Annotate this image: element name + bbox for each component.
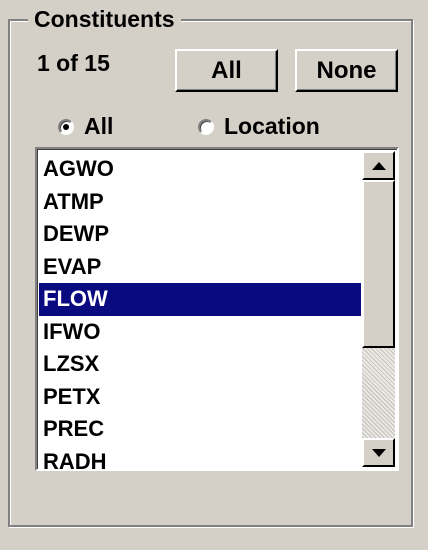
radio-all-label: All <box>84 113 114 139</box>
list-item[interactable]: ATMP <box>39 186 361 219</box>
list-item[interactable]: IFWO <box>39 316 361 349</box>
constituents-listbox[interactable]: AGWO ATMP DEWP EVAP FLOW IFWO LZSX PETX … <box>35 147 399 471</box>
list-item[interactable]: RADH <box>39 446 361 470</box>
scroll-up-button[interactable] <box>362 151 395 180</box>
radio-location-label: Location <box>224 113 320 139</box>
scrollbar-thumb[interactable] <box>362 180 395 348</box>
list-item[interactable]: AGWO <box>39 153 361 186</box>
list-item[interactable]: DEWP <box>39 218 361 251</box>
select-all-button[interactable]: All <box>175 49 278 92</box>
select-none-button-label: None <box>316 56 377 84</box>
select-none-button[interactable]: None <box>295 49 398 92</box>
select-all-button-label: All <box>211 56 242 84</box>
list-item[interactable]: LZSX <box>39 348 361 381</box>
scroll-up-arrow-icon <box>371 161 386 170</box>
radio-all-button[interactable] <box>58 118 74 135</box>
list-item[interactable]: PETX <box>39 381 361 414</box>
radio-location-button[interactable] <box>198 118 214 135</box>
radio-all-option[interactable]: All <box>58 113 113 140</box>
vertical-scrollbar[interactable] <box>362 151 395 467</box>
list-item[interactable]: PREC <box>39 413 361 446</box>
constituents-legend: Constituents <box>28 6 181 32</box>
list-item-selected[interactable]: FLOW <box>39 283 361 316</box>
scroll-down-button[interactable] <box>362 438 395 467</box>
selection-count: 1 of 15 <box>37 50 110 76</box>
scroll-down-arrow-icon <box>371 448 386 457</box>
radio-location-option[interactable]: Location <box>198 113 320 140</box>
list-item[interactable]: EVAP <box>39 251 361 284</box>
